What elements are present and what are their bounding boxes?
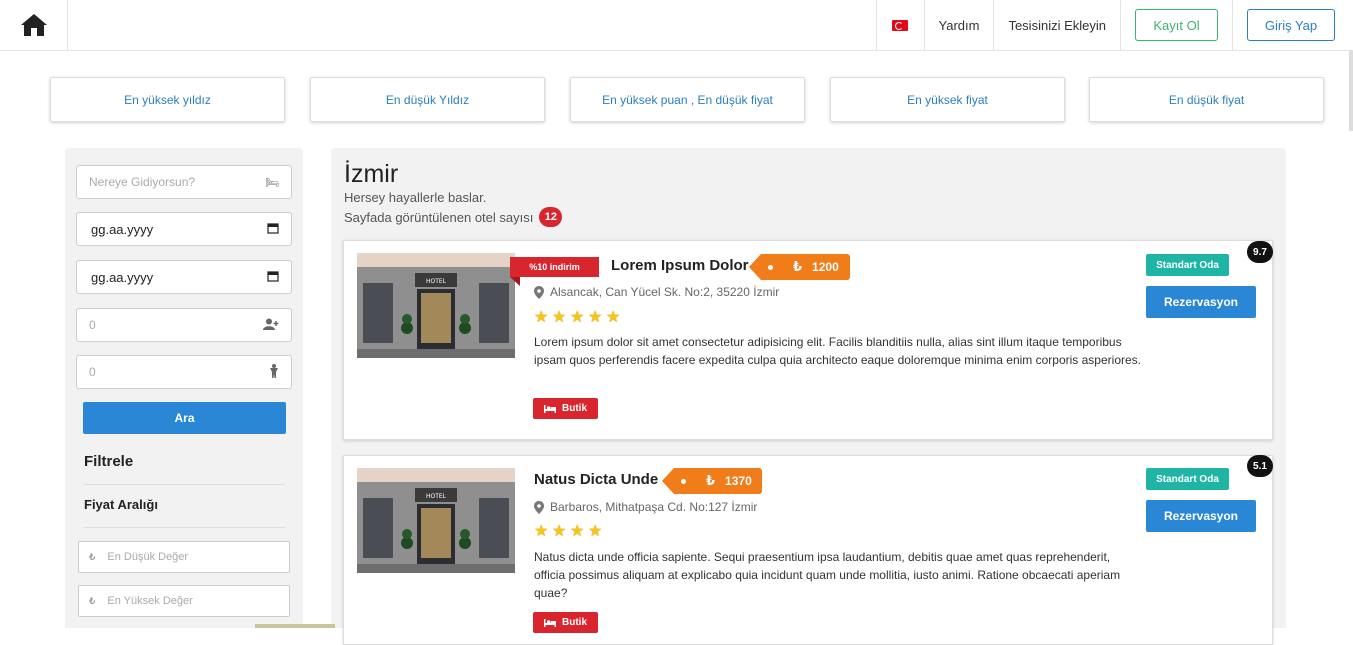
checkin-date-input[interactable]: gg.aa.yyyy	[76, 212, 292, 246]
price-tag: ₺ 1200	[749, 254, 850, 280]
min-price-input[interactable]: ₺ En Düşük Değer	[78, 541, 290, 573]
room-type-badge: Standart Oda	[1146, 254, 1229, 276]
star-icon: ★	[606, 309, 621, 326]
children-input[interactable]: 0	[76, 355, 292, 389]
image-edge	[255, 624, 335, 628]
hotel-image[interactable]: HOTEL	[357, 253, 515, 358]
divider	[84, 527, 285, 528]
max-price-input[interactable]: ₺ En Yüksek Değer	[78, 585, 290, 617]
bed-icon	[544, 618, 556, 627]
svg-text:HOTEL: HOTEL	[426, 493, 447, 500]
reserve-button[interactable]: Rezervasyon	[1146, 286, 1256, 318]
search-button[interactable]: Ara	[83, 402, 286, 434]
checkout-date-input[interactable]: gg.aa.yyyy	[76, 260, 292, 294]
search-sidebar: Nereye Gidiyorsun? 🛏 gg.aa.yyyy gg.aa.yy…	[65, 148, 303, 628]
sort-highest-star[interactable]: En yüksek yıldız	[50, 77, 285, 122]
star-icon: ★	[588, 309, 603, 326]
child-icon	[269, 363, 279, 381]
hotel-count-badge: 12	[539, 207, 563, 227]
hotel-count-row: Sayfada görüntülenen otel sayısı 12	[344, 207, 563, 227]
star-icon: ★	[570, 309, 585, 326]
hotel-name[interactable]: Natus Dicta Unde	[534, 471, 658, 488]
filter-title: Filtrele	[84, 453, 134, 470]
lira-icon: ₺	[706, 473, 716, 488]
lira-icon: ₺	[793, 259, 803, 274]
lira-icon: ₺	[89, 595, 96, 607]
sort-highest-price[interactable]: En yüksek fiyat	[830, 77, 1065, 122]
sort-highest-score-lowest-price[interactable]: En yüksek puan , En düşük fiyat	[570, 77, 805, 122]
max-price-placeholder: En Yüksek Değer	[107, 595, 193, 607]
star-icon: ★	[588, 523, 603, 540]
results-panel: İzmir Hersey hayallerle baslar. Sayfada …	[331, 148, 1286, 645]
discount-ribbon: %10 indirim	[510, 257, 599, 286]
slogan-text: Hersey hayallerle baslar.	[344, 190, 487, 205]
register-wrap: Kayıt Ol	[1120, 0, 1232, 50]
price-range-title: Fiyat Aralığı	[84, 497, 158, 512]
star-icon: ★	[570, 523, 585, 540]
star-rating: ★ ★ ★ ★	[534, 523, 603, 540]
hotel-type-badge: Butik	[533, 612, 598, 633]
destination-input[interactable]: Nereye Gidiyorsun? 🛏	[76, 165, 292, 199]
hotel-card: HOTEL %10 indirim Lorem Ipsum Dolor ₺ 12…	[343, 240, 1273, 440]
top-navbar: Yardım Tesisinizi Ekleyin Kayıt Ol Giriş…	[0, 0, 1353, 51]
price-value: 1200	[812, 260, 839, 274]
star-icon: ★	[552, 309, 567, 326]
sort-lowest-price[interactable]: En düşük fiyat	[1089, 77, 1324, 122]
star-rating: ★ ★ ★ ★ ★	[534, 309, 621, 326]
hotel-type-badge: Butik	[533, 398, 598, 419]
hotel-score-badge: 5.1	[1247, 455, 1273, 477]
hotel-count-label: Sayfada görüntülenen otel sayısı	[344, 209, 534, 225]
calendar-icon[interactable]	[267, 270, 279, 285]
hotel-card: HOTEL Natus Dicta Unde ₺ 1370 Barbaros, …	[343, 455, 1273, 645]
add-user-icon	[263, 318, 279, 333]
price-value: 1370	[725, 474, 752, 488]
hotel-address: Barbaros, Mithatpaşa Cd. No:127 İzmir	[534, 500, 757, 514]
address-text: Alsancak, Can Yücel Sk. No:2, 35220 İzmi…	[550, 285, 780, 299]
star-icon: ★	[534, 523, 549, 540]
hotel-name[interactable]: Lorem Ipsum Dolor	[611, 257, 749, 274]
hotel-score-badge: 9.7	[1247, 241, 1273, 263]
star-icon: ★	[534, 309, 549, 326]
map-pin-icon	[534, 285, 544, 299]
hotel-description: Natus dicta unde officia sapiente. Sequi…	[534, 550, 1121, 600]
hotel-address: Alsancak, Can Yücel Sk. No:2, 35220 İzmi…	[534, 285, 779, 299]
children-value: 0	[89, 365, 96, 379]
scrollbar[interactable]	[1349, 51, 1353, 131]
calendar-icon[interactable]	[267, 222, 279, 237]
login-wrap: Giriş Yap	[1232, 0, 1353, 50]
map-pin-icon	[534, 500, 544, 514]
checkout-value: gg.aa.yyyy	[91, 269, 154, 285]
address-text: Barbaros, Mithatpaşa Cd. No:127 İzmir	[550, 500, 758, 514]
hotel-type-label: Butik	[562, 403, 587, 414]
adults-value: 0	[89, 318, 96, 332]
hotel-image[interactable]: HOTEL	[357, 468, 515, 573]
reserve-button[interactable]: Rezervasyon	[1146, 500, 1256, 532]
tag-hole	[681, 478, 686, 484]
city-title: İzmir	[344, 160, 399, 188]
svg-text:HOTEL: HOTEL	[426, 278, 447, 285]
star-icon: ★	[552, 523, 567, 540]
sort-lowest-star[interactable]: En düşük Yıldız	[310, 77, 545, 122]
hotel-type-label: Butik	[562, 617, 587, 628]
hotel-description: Lorem ipsum dolor sit amet consectetur a…	[534, 335, 1141, 367]
register-button[interactable]: Kayıt Ol	[1135, 9, 1218, 41]
help-link[interactable]: Yardım	[923, 0, 994, 50]
price-tag: ₺ 1370	[662, 468, 762, 494]
min-price-placeholder: En Düşük Değer	[107, 551, 189, 563]
destination-placeholder: Nereye Gidiyorsun?	[89, 175, 196, 189]
checkin-value: gg.aa.yyyy	[91, 221, 154, 237]
language-selector[interactable]	[875, 0, 924, 50]
room-type-badge: Standart Oda	[1146, 468, 1229, 490]
tag-hole	[768, 264, 773, 270]
home-icon	[20, 14, 47, 36]
bed-icon	[544, 404, 556, 413]
divider	[84, 484, 285, 485]
turkey-flag-icon	[892, 19, 909, 31]
add-property-link[interactable]: Tesisinizi Ekleyin	[993, 0, 1120, 50]
login-button[interactable]: Giriş Yap	[1247, 9, 1335, 41]
adults-input[interactable]: 0	[76, 308, 292, 342]
home-button[interactable]	[0, 0, 68, 50]
bed-icon: 🛏	[265, 176, 279, 189]
lira-icon: ₺	[89, 551, 96, 563]
